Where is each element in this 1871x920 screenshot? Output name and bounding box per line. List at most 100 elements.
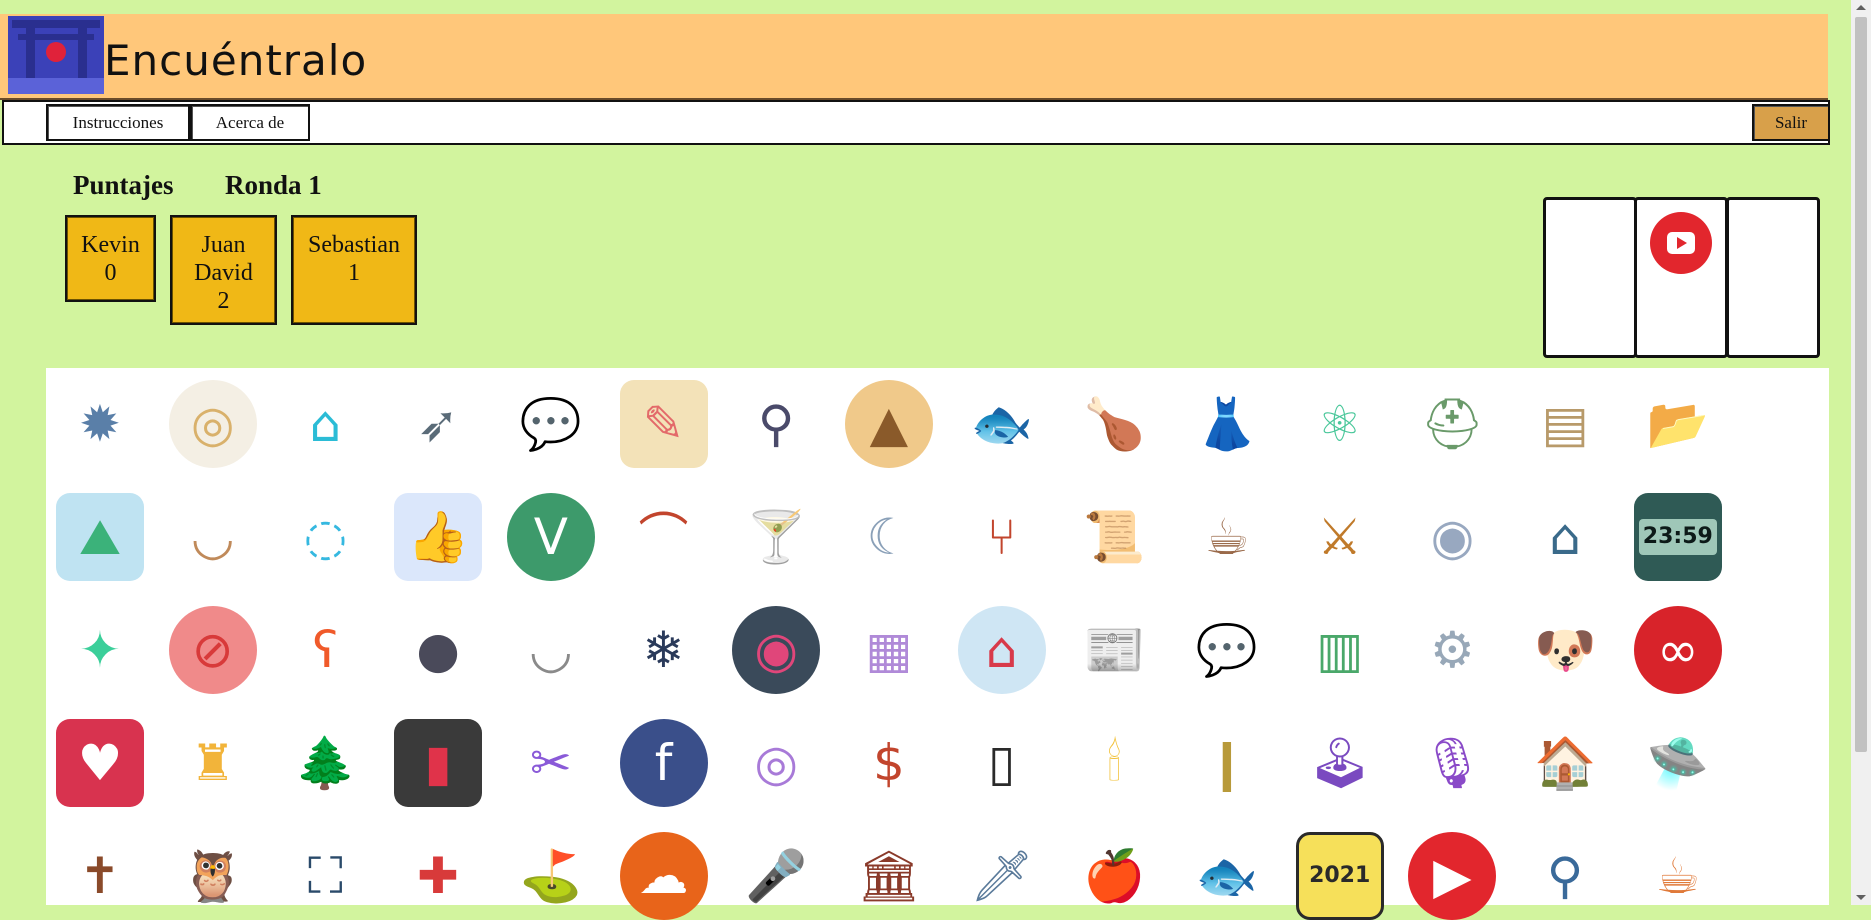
- remote-control-icon[interactable]: ▯: [958, 719, 1046, 807]
- sword-icon[interactable]: 🗡: [958, 832, 1046, 920]
- snow-globe-icon[interactable]: ⌂: [957, 606, 1046, 694]
- castle-icon[interactable]: ♜: [169, 719, 257, 807]
- player-score-card: Sebastian 1: [291, 215, 417, 325]
- round-title: Ronda 1: [225, 170, 322, 200]
- profile-like-icon[interactable]: 👍: [394, 493, 483, 581]
- coffin-icon[interactable]: ✝: [56, 832, 144, 920]
- document-edit-icon[interactable]: ✎: [619, 380, 708, 468]
- bear-chat-icon[interactable]: ʕ: [281, 606, 369, 694]
- house-icon[interactable]: 🏠: [1521, 719, 1609, 807]
- space-colony-icon[interactable]: ⌂: [281, 380, 369, 468]
- scroll-up-arrow-icon[interactable]: [1856, 5, 1866, 10]
- owl-icon[interactable]: 🦉: [169, 832, 257, 920]
- reveal-card-empty[interactable]: [1726, 197, 1820, 358]
- youtube-icon: [1650, 212, 1712, 274]
- moon-rover-icon[interactable]: ⚙: [1408, 606, 1496, 694]
- color-tv-icon[interactable]: ▮: [394, 719, 483, 807]
- scroll-icon[interactable]: 📜: [1070, 493, 1158, 581]
- roast-chicken-icon[interactable]: 🍗: [1070, 380, 1158, 468]
- about-button[interactable]: Acerca de: [190, 104, 310, 141]
- cannon-icon[interactable]: ●: [394, 606, 482, 694]
- player-name: Kevin: [81, 232, 140, 258]
- exit-button[interactable]: Salir: [1752, 104, 1830, 141]
- ufo-icon[interactable]: 🛸: [1634, 719, 1722, 807]
- soundcloud-icon[interactable]: ☁: [619, 832, 708, 920]
- scroll-down-arrow-icon[interactable]: [1856, 895, 1866, 900]
- galaxy-icon[interactable]: ◉: [1408, 493, 1496, 581]
- candle-icon[interactable]: 🕯: [1070, 719, 1158, 807]
- instructions-button[interactable]: Instrucciones: [46, 104, 190, 141]
- hospital-icon[interactable]: ✚: [394, 832, 482, 920]
- vinyl-record-icon[interactable]: ◉: [732, 606, 821, 694]
- chat-bubbles-icon[interactable]: 💬: [507, 380, 595, 468]
- player-score-card: Juan David 2: [170, 215, 277, 325]
- podcast-icon[interactable]: 🎙: [1408, 719, 1496, 807]
- katana-icon[interactable]: ⚔: [1296, 493, 1384, 581]
- player-name: Sebastian: [308, 232, 400, 258]
- digital-clock-icon[interactable]: 23:59: [1633, 493, 1722, 581]
- facebook-icon[interactable]: f: [619, 719, 708, 807]
- fish-crate-icon[interactable]: 🐟: [1183, 832, 1271, 920]
- leaning-tower-icon[interactable]: ▥: [1296, 606, 1384, 694]
- bottle-opener-icon[interactable]: ⚲: [1521, 832, 1609, 920]
- lastfm-icon[interactable]: ∞: [1633, 606, 1722, 694]
- cocktail-icon[interactable]: 🍸: [732, 493, 820, 581]
- app-header: Encuéntralo: [0, 14, 1828, 100]
- portal-ring-icon[interactable]: ◌: [281, 493, 369, 581]
- range-hood-icon[interactable]: ⌂: [1521, 493, 1609, 581]
- reveal-card[interactable]: [1634, 197, 1728, 358]
- bank-icon[interactable]: $: [845, 719, 933, 807]
- clownfish-icon[interactable]: 🐟: [958, 380, 1046, 468]
- open-folder-icon[interactable]: 📂: [1634, 380, 1722, 468]
- moon-flag-icon[interactable]: ☾: [845, 493, 933, 581]
- space-station-icon[interactable]: ✦: [56, 606, 144, 694]
- torii-gate-logo-icon: [8, 16, 104, 94]
- dog-icon[interactable]: 🐶: [1521, 606, 1609, 694]
- soup-bowl-icon[interactable]: ◡: [169, 493, 257, 581]
- bow-and-arrow-icon[interactable]: ➶: [394, 380, 482, 468]
- cheese-grater-icon[interactable]: ⛶: [281, 832, 369, 920]
- bunting-flags-icon[interactable]: ⛳: [507, 832, 595, 920]
- soup-bowl-2-icon[interactable]: ◡: [507, 606, 595, 694]
- scrollbar-thumb[interactable]: [1855, 17, 1867, 752]
- reveal-card-empty[interactable]: [1543, 197, 1637, 358]
- sausage-fork-icon[interactable]: ⑂: [958, 493, 1046, 581]
- vine-icon[interactable]: V: [506, 493, 595, 581]
- landscape-app-icon[interactable]: ⛰: [56, 493, 144, 581]
- nav-bar: Instrucciones Acerca de Salir: [2, 100, 1830, 145]
- chat-bubbles-2-icon[interactable]: 💬: [1183, 606, 1271, 694]
- news-pages-icon[interactable]: 📰: [1070, 606, 1158, 694]
- calendar-2021-icon[interactable]: 2021: [1295, 832, 1384, 920]
- player-score-card: Kevin 0: [65, 215, 156, 302]
- planet-atom-icon[interactable]: ⚛: [1296, 380, 1384, 468]
- no-asparagus-icon[interactable]: ⊘: [168, 606, 257, 694]
- bullet-icon[interactable]: ❙: [1183, 719, 1271, 807]
- film-cut-icon[interactable]: ✂: [507, 719, 595, 807]
- coffee-to-go-icon[interactable]: ☕: [1634, 832, 1722, 920]
- app-title: Encuéntralo: [104, 36, 368, 85]
- icon-board: ✹ ◎ ⌂ ➶ 💬 ✎ ⚲ ▲ 🐟 🍗 👗 ⚛ ⛑ ▤ 📂 ⛰ ◡ ◌ 👍 V ⌒ 🍸 ☾ ⑂ 📜 ☕ ⚔ ◉ ⌂ 23:59 ✦ ⊘ ʕ ● ◡ ❄…: [46, 368, 1829, 920]
- wormhole-icon[interactable]: ◎: [732, 719, 820, 807]
- sausages-icon[interactable]: ⌒: [620, 493, 708, 581]
- dumplings-plate-icon[interactable]: ◎: [168, 380, 257, 468]
- apple-icon[interactable]: 🍎: [1070, 832, 1158, 920]
- heart-rate-app-icon[interactable]: ♥: [56, 719, 144, 807]
- coffee-cup-icon[interactable]: ☕: [1183, 493, 1271, 581]
- player-points: 0: [104, 260, 117, 286]
- hook-icon[interactable]: ⚲: [732, 380, 820, 468]
- joystick-icon[interactable]: 🕹: [1296, 719, 1384, 807]
- youtube-icon[interactable]: ▶: [1408, 832, 1497, 920]
- flowchart-icon[interactable]: ▦: [845, 606, 933, 694]
- nachos-plate-icon[interactable]: ▲: [844, 380, 933, 468]
- town-hall-icon[interactable]: 🏛: [845, 832, 933, 920]
- red-dress-icon[interactable]: 👗: [1183, 380, 1271, 468]
- helmet-icon[interactable]: ⛑: [1408, 380, 1496, 468]
- shopping-bag-tree-icon[interactable]: 🌲: [281, 719, 369, 807]
- scores-title: Puntajes: [73, 170, 174, 200]
- mace-icon[interactable]: ✹: [56, 380, 144, 468]
- crate-icon[interactable]: ▤: [1521, 380, 1609, 468]
- snowflake-icon[interactable]: ❄: [620, 606, 708, 694]
- page-scrollbar[interactable]: [1851, 0, 1871, 905]
- microphone-book-icon[interactable]: 🎤: [732, 832, 820, 920]
- player-points: 1: [348, 260, 360, 286]
